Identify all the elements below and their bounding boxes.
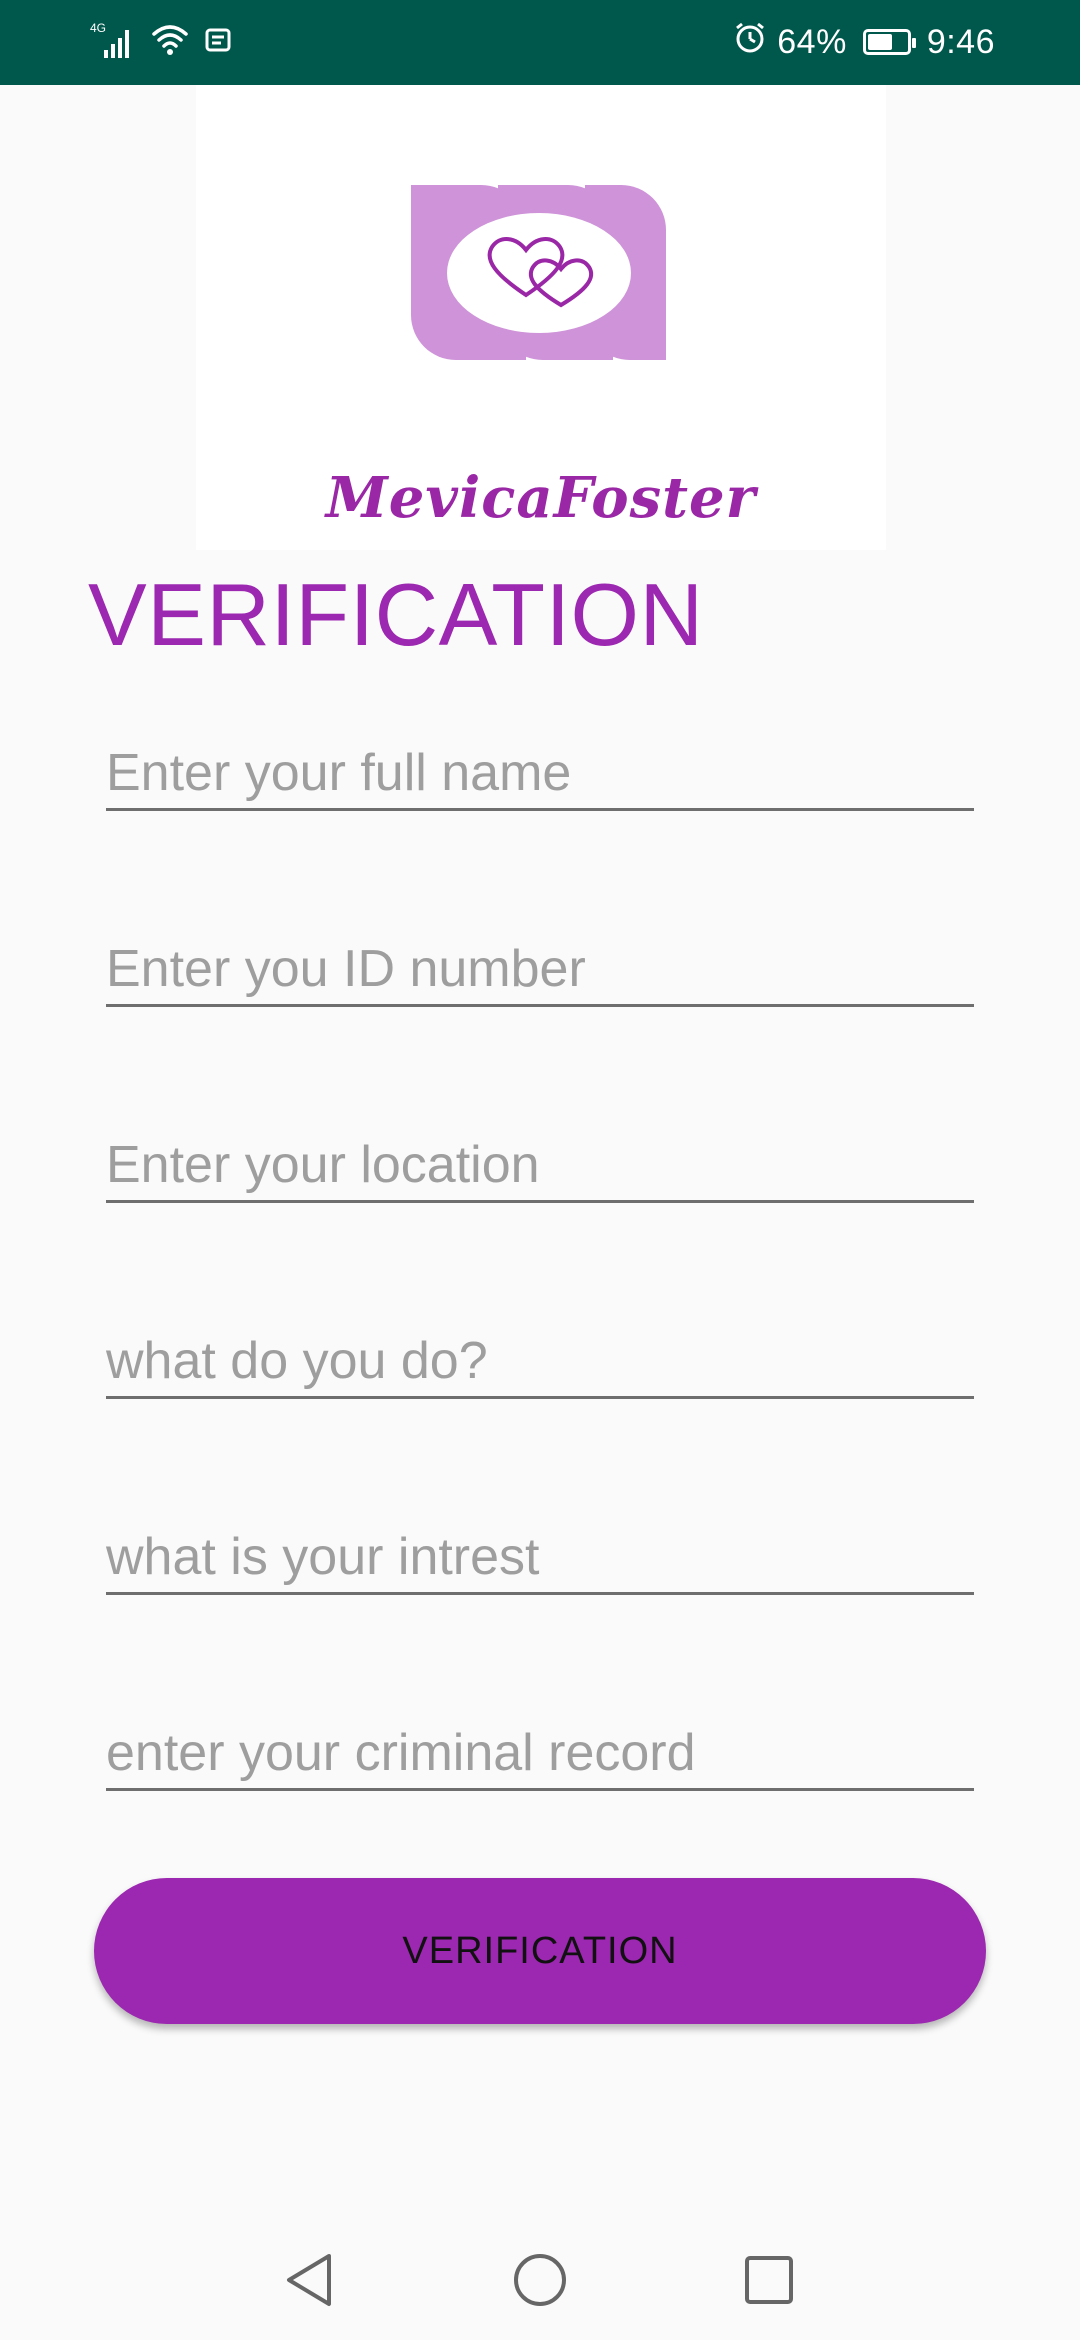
interest-field-container: [106, 1522, 974, 1595]
back-icon: [287, 2254, 331, 2306]
recents-button[interactable]: [724, 2235, 814, 2325]
navigation-bar: [0, 2215, 1080, 2340]
status-left: 4G: [90, 20, 232, 64]
logo-text: MevicaFoster: [325, 465, 757, 531]
criminal-record-input[interactable]: [106, 1718, 974, 1788]
notification-icon: [204, 26, 232, 59]
signal-icon: 4G: [90, 20, 136, 65]
battery-percent: 64%: [777, 22, 847, 61]
battery-fill: [867, 34, 893, 50]
criminal-record-field-container: [106, 1718, 974, 1791]
back-button[interactable]: [264, 2235, 354, 2325]
location-field-container: [106, 1130, 974, 1203]
wifi-icon: [150, 22, 190, 63]
interest-input[interactable]: [106, 1522, 974, 1592]
full-name-input[interactable]: [106, 738, 974, 808]
logo-card: MevicaFoster: [196, 85, 886, 550]
home-icon: [514, 2254, 566, 2306]
alarm-icon: [733, 21, 767, 64]
clock: 9:46: [926, 22, 995, 61]
full-name-field-container: [106, 738, 974, 811]
id-number-input[interactable]: [106, 934, 974, 1004]
home-button[interactable]: [495, 2235, 585, 2325]
recents-icon: [745, 2256, 793, 2304]
verification-button[interactable]: VERIFICATION: [94, 1878, 986, 2024]
occupation-input[interactable]: [106, 1326, 974, 1396]
page-title: VERIFICATION: [88, 565, 704, 664]
hearts-logo-icon: [411, 185, 666, 360]
occupation-field-container: [106, 1326, 974, 1399]
status-right: 64% 9:46: [733, 20, 995, 64]
battery-icon: [862, 29, 916, 55]
id-number-field-container: [106, 934, 974, 1007]
location-input[interactable]: [106, 1130, 974, 1200]
status-bar: 4G 64% 9:46: [0, 0, 1080, 85]
network-type: 4G: [90, 21, 106, 35]
